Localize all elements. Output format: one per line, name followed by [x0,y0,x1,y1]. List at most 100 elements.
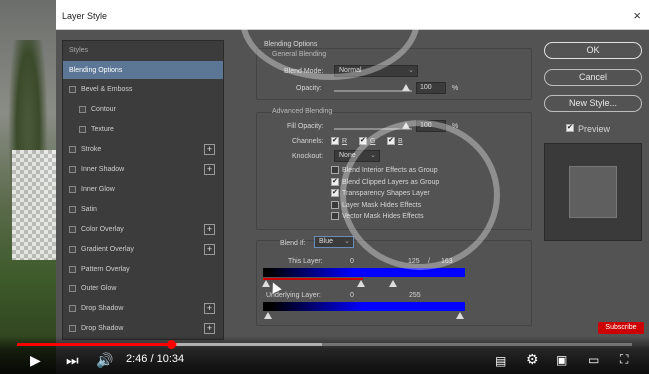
style-item-label: Stroke [81,146,102,154]
advanced-option-label: Vector Mask Hides Effects [342,213,424,220]
style-item-checkbox[interactable] [69,305,76,313]
fullscreen-icon[interactable]: ⛶ [620,352,628,366]
opacity-label: Opacity: [296,85,322,92]
preview-checkbox[interactable] [566,123,574,132]
blend-mode-value: Normal [339,67,362,74]
preview-label: Preview [578,124,611,134]
dialog-title: Layer Style [62,11,108,21]
underlying-black-knob[interactable] [264,312,272,319]
this-layer-min: 0 [350,258,354,265]
this-layer-white-knob-left[interactable] [357,280,365,287]
style-item-checkbox[interactable] [79,126,86,134]
style-item-label: Outer Glow [81,285,117,293]
style-item-checkbox[interactable] [69,146,76,154]
style-item[interactable]: Blending Options [63,61,223,79]
opacity-slider[interactable] [334,90,412,92]
miniplayer-icon[interactable]: ▣ [556,353,567,367]
play-icon[interactable]: ▶ [30,353,41,367]
channel-b-checkbox[interactable] [387,136,395,145]
style-item[interactable]: Drop Shadow + [63,320,223,338]
add-effect-icon[interactable]: + [204,303,215,315]
style-item-checkbox[interactable] [69,325,76,333]
style-item[interactable]: Contour [63,101,223,119]
style-item[interactable]: Satin [63,200,223,218]
style-item-checkbox[interactable] [69,86,76,94]
next-icon[interactable]: ⏭ [66,353,79,367]
settings-gear-icon[interactable]: ⚙ [526,352,539,366]
style-item[interactable]: Drop Shadow + [63,300,223,318]
advanced-option-checkbox[interactable] [331,212,339,220]
cancel-button[interactable]: Cancel [544,69,642,86]
volume-icon[interactable]: 🔊 [96,353,113,367]
fill-opacity-input[interactable]: 100 [416,120,446,132]
underlying-min: 0 [350,292,354,299]
style-item[interactable]: Gradient Overlay + [63,240,223,258]
this-layer-max-right: 163 [441,258,453,265]
style-item-label: Drop Shadow [81,305,124,313]
video-progress-bar[interactable] [17,343,632,346]
underlying-layer-gradient[interactable] [263,302,465,311]
styles-panel: Styles Blending Options Bevel & Emboss Con… [62,40,224,340]
subscribe-button[interactable]: Subscribe [598,322,644,334]
knockout-select[interactable]: None ⌄ [334,150,380,162]
style-item[interactable]: Inner Shadow + [63,161,223,179]
this-layer-gradient[interactable] [263,268,465,277]
fill-opacity-slider-knob[interactable] [402,122,410,129]
style-item[interactable]: Stroke + [63,141,223,159]
add-effect-icon[interactable]: + [204,323,215,335]
this-layer-white-knob-right[interactable] [389,280,397,287]
blend-if-label: Blend If: [280,240,306,247]
style-item-checkbox[interactable] [69,205,76,213]
style-item-label: Contour [91,106,116,114]
subtitles-icon[interactable]: ▤ [495,354,506,368]
knockout-label: Knockout: [292,153,324,160]
new-style-button[interactable]: New Style... [544,95,642,112]
blend-if-select[interactable]: Blue ⌄ [314,236,354,248]
underlying-white-knob[interactable] [456,312,464,319]
advanced-option-label: Layer Mask Hides Effects [342,201,422,209]
this-layer-red-marker [263,278,363,280]
advanced-option-label: Blend Interior Effects as Group [342,167,438,174]
add-effect-icon[interactable]: + [204,144,215,156]
advanced-option-checkbox[interactable] [331,188,339,197]
style-item-checkbox[interactable] [69,245,76,253]
theater-mode-icon[interactable]: ▭ [588,353,599,367]
style-item-label: Inner Shadow [81,166,125,173]
style-item-checkbox[interactable] [69,185,76,193]
advanced-option-checkbox[interactable] [331,166,339,174]
channel-r-label: R [342,138,348,145]
blending-options-title: Blending Options [264,41,318,48]
style-item[interactable]: Color Overlay + [63,220,223,238]
this-layer-sep: / [428,258,430,265]
channel-r-checkbox[interactable] [331,136,339,145]
fill-opacity-slider[interactable] [334,128,412,130]
general-blending-title: General Blending [272,51,327,58]
style-item[interactable]: Texture [63,121,223,139]
opacity-input[interactable]: 100 [416,82,446,94]
add-effect-icon[interactable]: + [204,243,215,255]
style-item-checkbox[interactable] [69,285,76,293]
style-item[interactable]: Pattern Overlay [63,260,223,278]
scrubber-handle[interactable] [167,340,176,349]
style-item-checkbox[interactable] [69,265,76,273]
close-icon[interactable]: × [633,8,641,23]
advanced-blending-title: Advanced Blending [272,108,333,115]
style-preview [544,143,642,241]
style-item[interactable]: Outer Glow [63,280,223,298]
fill-opacity-label: Fill Opacity: [287,123,324,130]
style-item-checkbox[interactable] [69,225,76,233]
style-item[interactable]: Inner Glow [63,180,223,198]
style-item[interactable]: Bevel & Emboss [63,81,223,99]
advanced-option-checkbox[interactable] [331,177,339,186]
ok-button[interactable]: OK [544,42,642,59]
style-item-checkbox[interactable] [69,166,76,173]
channel-g-checkbox[interactable] [359,136,367,145]
add-effect-icon[interactable]: + [204,223,215,235]
blend-mode-select[interactable]: Normal ⌄ [334,65,418,77]
add-effect-icon[interactable]: + [204,164,215,175]
style-item-checkbox[interactable] [79,106,86,114]
advanced-option-checkbox[interactable] [331,200,339,209]
opacity-slider-knob[interactable] [402,84,410,91]
this-layer-max-left: 125 [408,258,420,265]
channel-b-label: B [398,138,403,145]
